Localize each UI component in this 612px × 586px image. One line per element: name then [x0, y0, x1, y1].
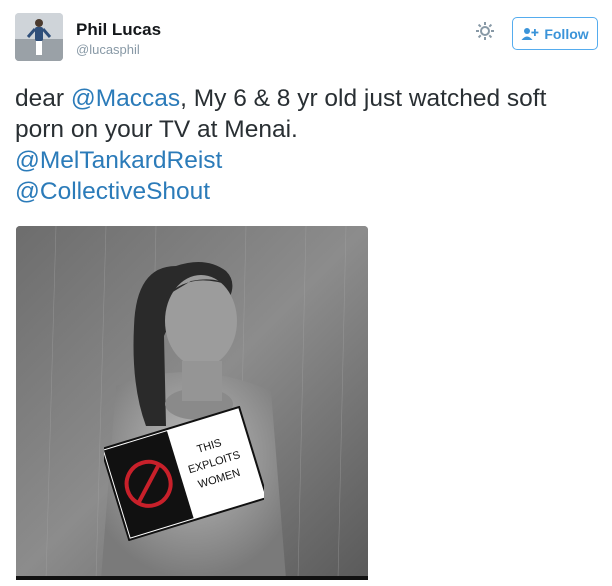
gear-icon[interactable]: [474, 20, 496, 42]
mention-meltankardreist[interactable]: @MelTankardReist: [15, 145, 605, 176]
sign-overlay: THIS EXPLOITS WOMEN: [104, 406, 264, 541]
user-name[interactable]: Phil Lucas: [76, 20, 161, 40]
tweet-text-suffix: , My 6 & 8 yr old just watched soft: [180, 85, 547, 112]
avatar[interactable]: [15, 13, 63, 61]
person-plus-icon: [521, 27, 539, 41]
tweet-line-1: dear @Maccas, My 6 & 8 yr old just watch…: [15, 83, 605, 114]
mention-maccas[interactable]: @Maccas: [71, 85, 180, 112]
user-handle[interactable]: @lucasphil: [76, 42, 140, 57]
follow-button[interactable]: Follow: [512, 17, 598, 50]
follow-label: Follow: [544, 25, 589, 42]
media-bottom-bar: [16, 576, 368, 580]
mention-collectiveshout[interactable]: @CollectiveShout: [15, 176, 605, 207]
tweet-line-2: porn on your TV at Menai.: [15, 116, 298, 143]
tweet-media-photo[interactable]: THIS EXPLOITS WOMEN: [16, 226, 368, 579]
tweet-text-prefix: dear: [15, 85, 71, 112]
avatar-image: [15, 13, 63, 61]
tweet-text: dear @Maccas, My 6 & 8 yr old just watch…: [15, 83, 605, 207]
